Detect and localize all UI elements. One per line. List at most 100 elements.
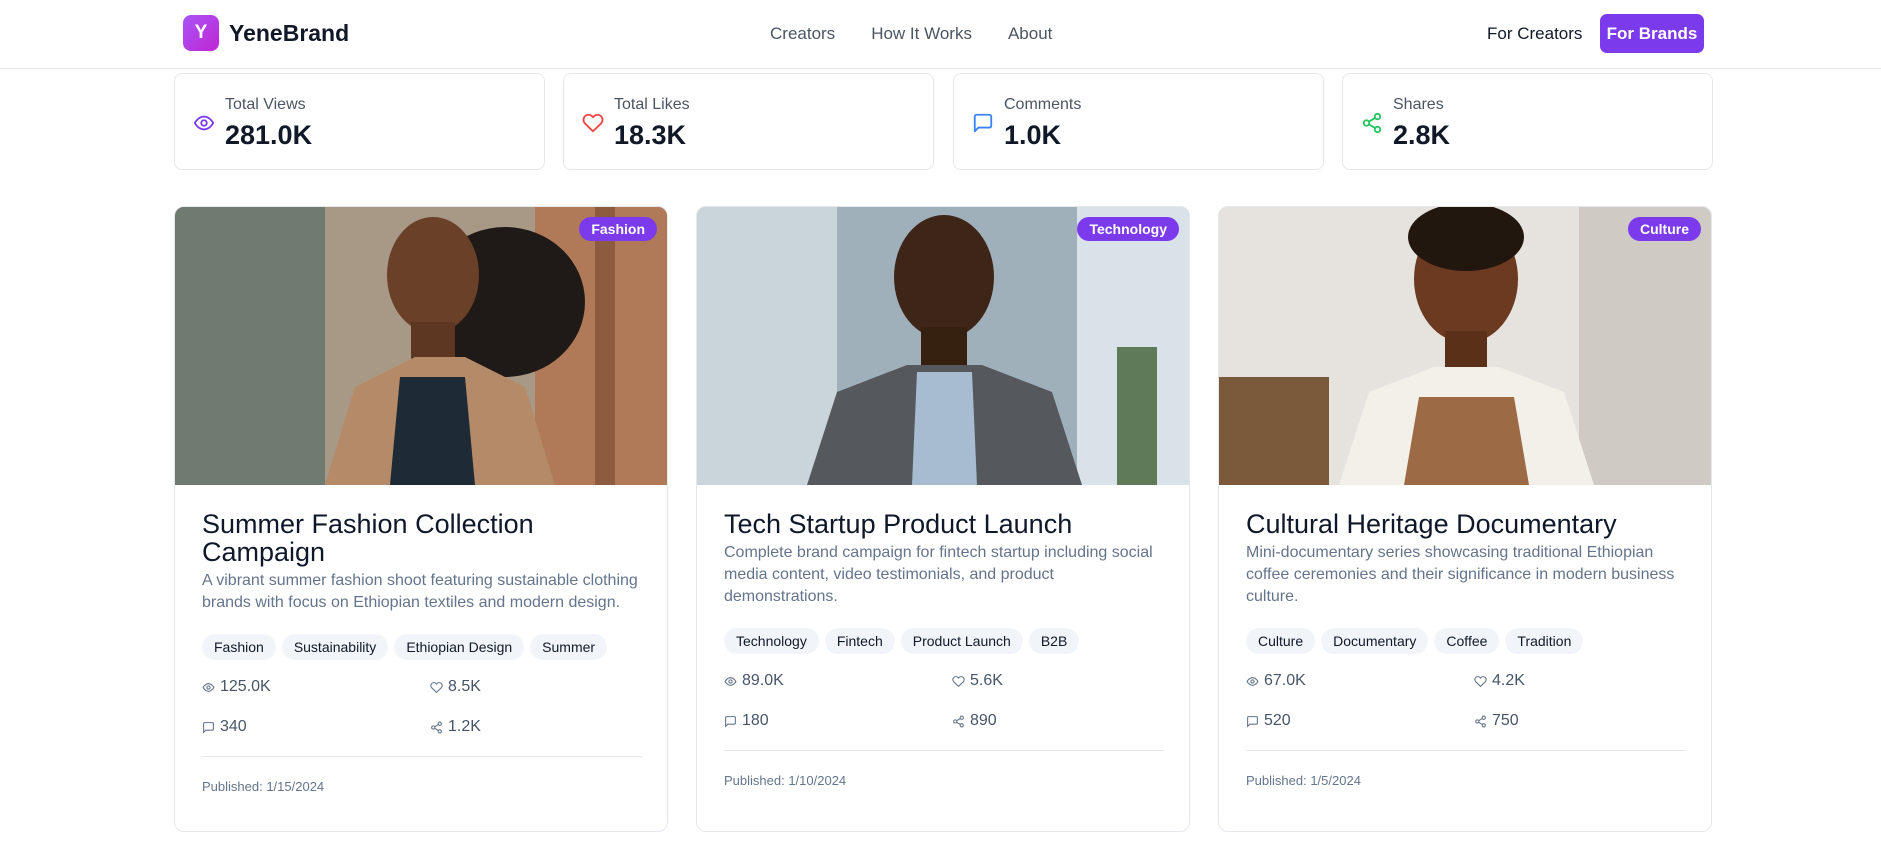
category-badge: Fashion [579, 217, 657, 241]
project-metrics: 125.0K 8.5K 340 1.2K [202, 676, 642, 738]
tag: Fintech [824, 628, 895, 654]
nav-about[interactable]: About [1008, 24, 1052, 44]
tag: Documentary [1321, 628, 1429, 654]
stat-value: 18.3K [614, 120, 687, 150]
project-description: A vibrant summer fashion shoot featuring… [202, 572, 638, 611]
stat-label: Total Likes [614, 96, 690, 113]
stat-value: 2.8K [1393, 120, 1451, 150]
eye-icon [193, 115, 215, 131]
project-title: Tech Startup Product Launch [724, 509, 1073, 539]
tag: Tradition [1505, 628, 1584, 654]
share-icon [953, 715, 964, 727]
project-card-fashion[interactable]: Fashion Summer Fashion Collection Campai… [174, 206, 668, 832]
main-nav: Creators How It Works About [770, 24, 1052, 44]
likes-metric: 5.6K [952, 670, 1164, 692]
comments-metric: 520 [1246, 710, 1474, 732]
category-badge: Culture [1628, 217, 1701, 241]
eye-icon [724, 676, 737, 686]
tag: Product Launch [900, 628, 1023, 654]
stat-value: 281.0K [225, 120, 313, 150]
tag: Coffee [1434, 628, 1500, 654]
stat-card-likes: Total Likes 18.3K [563, 73, 934, 170]
divider [202, 756, 642, 757]
tag: Ethiopian Design [394, 634, 525, 660]
tag-list: Technology Fintech Product Launch B2B [724, 628, 1164, 654]
logo[interactable]: Y YeneBrand [183, 15, 349, 51]
logo-badge: Y [183, 15, 219, 51]
tag: Sustainability [281, 634, 389, 660]
project-card-technology[interactable]: Technology Tech Startup Product Launch C… [696, 206, 1190, 832]
comment-icon [1247, 715, 1258, 728]
views-count: 125.0K [220, 678, 271, 695]
views-metric: 89.0K [724, 670, 952, 692]
project-description: Mini-documentary series showcasing tradi… [1246, 544, 1675, 605]
likes-count: 4.2K [1492, 672, 1525, 689]
heart-icon [582, 113, 604, 133]
project-photo [697, 207, 1189, 485]
project-title: Summer Fashion Collection Campaign [202, 509, 534, 567]
stat-card-shares: Shares 2.8K [1342, 73, 1713, 170]
comments-metric: 180 [724, 710, 952, 732]
comments-count: 520 [1264, 712, 1291, 729]
brand-name: YeneBrand [229, 19, 350, 46]
comments-metric: 340 [202, 716, 430, 738]
divider [1246, 750, 1686, 751]
heart-icon [952, 675, 965, 687]
project-description: Complete brand campaign for fintech star… [724, 544, 1153, 605]
stat-card-views: Total Views 281.0K [174, 73, 545, 170]
tag: Summer [530, 634, 608, 660]
for-brands-button[interactable]: For Brands [1600, 14, 1704, 53]
project-photo [1219, 207, 1711, 485]
heart-icon [430, 681, 443, 693]
nav-how-it-works[interactable]: How It Works [871, 24, 972, 44]
views-count: 89.0K [742, 672, 784, 689]
nav-creators[interactable]: Creators [770, 24, 835, 44]
share-icon [431, 721, 442, 733]
comment-icon [973, 113, 993, 133]
comment-icon [203, 721, 214, 734]
tag: B2B [1028, 628, 1080, 654]
top-navbar: Y YeneBrand Creators How It Works About … [0, 0, 1881, 69]
comment-icon [725, 715, 736, 728]
comments-count: 180 [742, 712, 769, 729]
project-metrics: 67.0K 4.2K 520 750 [1246, 670, 1686, 732]
eye-icon [1246, 676, 1259, 686]
project-card-culture[interactable]: Culture Cultural Heritage Documentary Mi… [1218, 206, 1712, 832]
heart-icon [1474, 675, 1487, 687]
shares-count: 890 [970, 712, 997, 729]
stat-label: Total Views [225, 96, 306, 113]
tag: Fashion [202, 634, 276, 660]
share-icon [1475, 715, 1486, 727]
published-date: Published: 1/10/2024 [724, 773, 847, 788]
shares-count: 750 [1492, 712, 1519, 729]
project-photo [175, 207, 667, 485]
comments-count: 340 [220, 718, 247, 735]
project-title: Cultural Heritage Documentary [1246, 509, 1617, 539]
divider [724, 750, 1164, 751]
published-date: Published: 1/5/2024 [1246, 773, 1361, 788]
for-creators-button[interactable]: For Creators [1475, 14, 1594, 53]
views-metric: 125.0K [202, 676, 430, 698]
stat-card-comments: Comments 1.0K [953, 73, 1324, 170]
likes-metric: 8.5K [430, 676, 642, 698]
shares-metric: 1.2K [430, 716, 642, 738]
likes-count: 8.5K [448, 678, 481, 695]
stat-value: 1.0K [1004, 120, 1062, 150]
category-badge: Technology [1077, 217, 1179, 241]
stat-label: Comments [1004, 96, 1082, 113]
shares-metric: 750 [1474, 710, 1686, 732]
shares-metric: 890 [952, 710, 1164, 732]
tag-list: Fashion Sustainability Ethiopian Design … [202, 634, 642, 660]
tag-list: Culture Documentary Coffee Tradition [1246, 628, 1686, 654]
views-metric: 67.0K [1246, 670, 1474, 692]
eye-icon [202, 682, 215, 692]
likes-metric: 4.2K [1474, 670, 1686, 692]
tag: Technology [724, 628, 819, 654]
project-metrics: 89.0K 5.6K 180 890 [724, 670, 1164, 732]
likes-count: 5.6K [970, 672, 1003, 689]
share-icon [1362, 112, 1382, 134]
tag: Culture [1246, 628, 1316, 654]
published-date: Published: 1/15/2024 [202, 779, 325, 794]
stat-label: Shares [1393, 96, 1444, 113]
views-count: 67.0K [1264, 672, 1306, 689]
